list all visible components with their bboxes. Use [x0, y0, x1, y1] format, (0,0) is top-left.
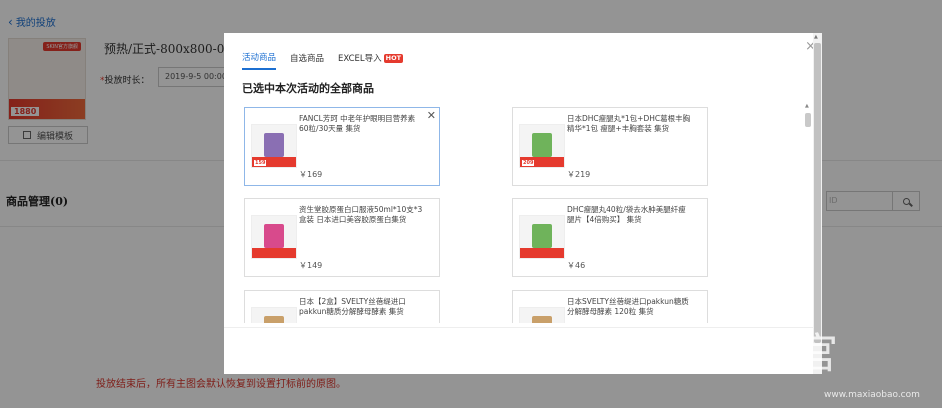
watermark: 电商运营官	[596, 329, 847, 378]
product-name: 日本DHC瘦腿丸*1包+DHC葛根丰胸精华*1包 瘦腿+丰胸套装 集货	[567, 114, 691, 133]
product-name: FANCL芳珂 中老年护眼明目营养素 60粒/30天量 集货	[299, 114, 416, 133]
product-card[interactable]: DHC瘦腿丸40粒/袋去水肿美腿纤瘦腿片【4倍购买】 集货 ￥46	[512, 198, 708, 277]
product-grid: 159 FANCL芳珂 中老年护眼明目营养素 60粒/30天量 集货 ￥169 …	[242, 107, 812, 323]
remove-icon[interactable]: ✕	[427, 110, 436, 121]
product-card[interactable]: 209 日本DHC瘦腿丸*1包+DHC葛根丰胸精华*1包 瘦腿+丰胸套装 集货 …	[512, 107, 708, 186]
hot-badge: HOT	[383, 53, 404, 63]
product-image: 209	[519, 124, 565, 168]
product-card[interactable]: 资生堂胶原蛋白口服液50ml*10支*3盒装 日本进口美容胶原蛋白集货 ￥149	[244, 198, 440, 277]
product-selection-modal: × 活动商品 自选商品 EXCEL导入 HOT 已选中本次活动的全部商品 159…	[224, 33, 822, 374]
product-name: 日本SVELTY丝蓓缇进口pakkun糖质分解酵母酵素 120粒 集货	[567, 297, 689, 316]
product-price: ￥169	[299, 170, 323, 179]
tab-custom-products[interactable]: 自选商品	[290, 51, 324, 70]
product-price: ￥46	[567, 261, 586, 270]
scrollbar-thumb[interactable]	[805, 113, 811, 127]
product-card[interactable]: 日本【2盒】SVELTY丝蓓缇进口pakkun糖质分解酵母酵素 集货	[244, 290, 440, 323]
product-card[interactable]: 159 FANCL芳珂 中老年护眼明目营养素 60粒/30天量 集货 ￥169 …	[244, 107, 440, 186]
product-price: ￥219	[567, 170, 591, 179]
product-image	[251, 215, 297, 259]
product-name: 资生堂胶原蛋白口服液50ml*10支*3盒装 日本进口美容胶原蛋白集货	[299, 205, 423, 224]
product-name: DHC瘦腿丸40粒/袋去水肿美腿纤瘦腿片【4倍购买】 集货	[567, 205, 686, 224]
product-price: ￥149	[299, 261, 323, 270]
scroll-up-icon[interactable]: ▲	[814, 34, 818, 40]
modal-scrollbar[interactable]: ▲	[813, 33, 822, 374]
tab-excel-import[interactable]: EXCEL导入 HOT	[338, 51, 404, 70]
product-name: 日本【2盒】SVELTY丝蓓缇进口pakkun糖质分解酵母酵素 集货	[299, 297, 406, 316]
product-image: 159	[251, 124, 297, 168]
scroll-up-icon[interactable]: ▲	[805, 103, 809, 109]
product-image	[251, 307, 297, 323]
modal-heading: 已选中本次活动的全部商品	[242, 82, 374, 95]
tab-activity-products[interactable]: 活动商品	[242, 51, 277, 70]
product-image	[519, 215, 565, 259]
scrollbar-thumb[interactable]	[814, 43, 821, 343]
product-card[interactable]: 日本SVELTY丝蓓缇进口pakkun糖质分解酵母酵素 120粒 集货	[512, 290, 708, 323]
modal-tabs: 活动商品 自选商品 EXCEL导入 HOT	[242, 51, 404, 70]
product-image	[519, 307, 565, 323]
watermark-url: www.maxiaobao.com	[824, 390, 920, 400]
product-list-scrollbar[interactable]: ▲	[804, 103, 812, 327]
